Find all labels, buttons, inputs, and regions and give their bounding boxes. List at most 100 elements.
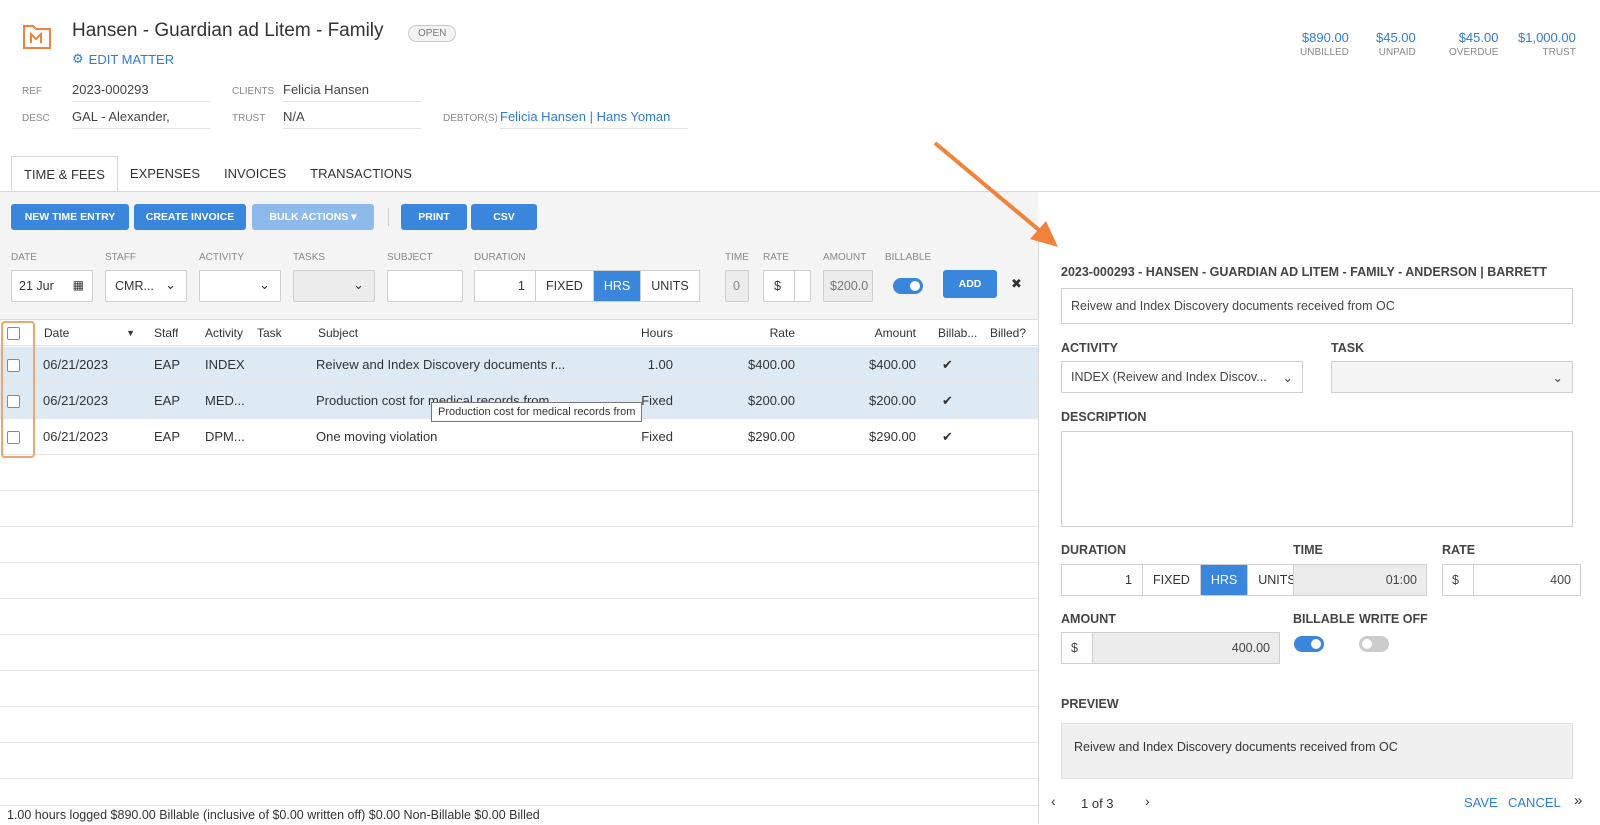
col-billed[interactable]: Billed? [990, 320, 1026, 346]
row-hours: Fixed [641, 429, 673, 444]
amount-input[interactable]: $200.0 [823, 270, 873, 302]
edit-matter-label: EDIT MATTER [88, 51, 175, 67]
hrs-button[interactable]: HRS [1199, 565, 1248, 595]
matter-title: Hansen - Guardian ad Litem - Family [72, 20, 384, 41]
staff-select[interactable]: CMR... ⌄ [105, 270, 187, 302]
debtor-link[interactable]: Felicia Hansen [500, 109, 586, 124]
matter-icon [22, 22, 52, 50]
subject-input[interactable] [387, 270, 463, 302]
add-button[interactable]: ADD [943, 270, 997, 298]
chevron-down-icon: ⌄ [259, 277, 270, 292]
tab-expenses[interactable]: EXPENSES [118, 156, 212, 191]
empty-row [0, 743, 1038, 779]
rate-symbol: $ [774, 279, 781, 293]
col-staff[interactable]: Staff [154, 320, 178, 346]
date-value: 21 Jur [19, 279, 54, 293]
annotation-arrow-icon [933, 141, 1058, 247]
units-button[interactable]: UNITS [640, 271, 699, 301]
cancel-button[interactable]: CANCEL [1508, 795, 1561, 810]
empty-row [0, 635, 1038, 671]
fixed-button[interactable]: FIXED [535, 271, 593, 301]
col-billable[interactable]: Billab... [938, 320, 977, 346]
bulk-actions-label: BULK ACTIONS [269, 211, 349, 223]
summary-footer: 1.00 hours logged $890.00 Billable (incl… [0, 805, 1038, 824]
gear-icon: ⚙ [72, 51, 84, 66]
tab-invoices[interactable]: INVOICES [212, 156, 298, 191]
tab-transactions[interactable]: TRANSACTIONS [298, 156, 424, 191]
duration-group: 1 FIXED HRS UNITS [1061, 564, 1307, 596]
subject-label: SUBJECT [387, 252, 433, 263]
total-unbilled[interactable]: $890.00 UNBILLED [1300, 30, 1349, 58]
amount-field[interactable]: 400.00 [1092, 632, 1280, 664]
row-date: 06/21/2023 [43, 429, 109, 444]
writeoff-label: WRITE OFF [1359, 612, 1428, 626]
next-icon[interactable]: › [1145, 793, 1150, 809]
table-row[interactable]: 06/21/2023 EAP INDEX Reivew and Index Di… [0, 347, 1038, 383]
row-staff: EAP [154, 393, 181, 408]
tab-bar: TIME & FEES EXPENSES INVOICES TRANSACTIO… [11, 156, 424, 191]
description-textarea[interactable] [1061, 431, 1573, 527]
col-hours[interactable]: Hours [563, 320, 673, 346]
csv-button[interactable]: CSV [471, 204, 537, 230]
tasks-select[interactable]: ⌄ [293, 270, 375, 302]
date-input[interactable]: 21 Jur ▦ [11, 270, 93, 302]
calendar-icon: ▦ [72, 278, 84, 292]
bulk-actions-button[interactable]: BULK ACTIONS ▾ [252, 204, 374, 230]
total-unpaid[interactable]: $45.00 UNPAID [1376, 30, 1416, 58]
duration-label: DURATION [474, 252, 526, 263]
row-activity: INDEX [205, 357, 245, 372]
rate-field[interactable]: 400 [1473, 564, 1581, 596]
collapse-icon[interactable]: » [1574, 792, 1582, 809]
hrs-button[interactable]: HRS [592, 271, 641, 301]
col-rate[interactable]: Rate [685, 320, 795, 346]
row-subject: One moving violation [316, 429, 438, 444]
new-time-entry-button[interactable]: NEW TIME ENTRY [11, 204, 129, 230]
duration-input[interactable]: 1 [475, 271, 535, 301]
prev-icon[interactable]: ‹ [1051, 793, 1056, 809]
col-amount[interactable]: Amount [806, 320, 916, 346]
time-field[interactable]: 01:00 [1293, 564, 1427, 596]
billable-toggle[interactable] [1294, 636, 1324, 652]
preview-box: Reivew and Index Discovery documents rec… [1061, 723, 1573, 779]
date-label: DATE [11, 252, 37, 263]
activity-select[interactable]: INDEX (Reivew and Index Discov... ⌄ [1061, 361, 1303, 393]
time-input[interactable]: 0 [725, 270, 749, 302]
col-date[interactable]: Date ▼ [44, 320, 139, 346]
empty-row [0, 455, 1038, 491]
billable-toggle[interactable] [893, 278, 923, 294]
task-select[interactable]: ⌄ [1331, 361, 1573, 393]
debtor-link[interactable]: Hans Yoman [597, 109, 671, 124]
checkmark-icon: ✔ [942, 429, 953, 444]
print-button[interactable]: PRINT [401, 204, 467, 230]
total-trust[interactable]: $1,000.00 TRUST [1518, 30, 1576, 58]
subject-field[interactable]: Reivew and Index Discovery documents rec… [1061, 288, 1573, 324]
grid-header: Date ▼ Staff Activity Task Subject Hours … [0, 320, 1038, 346]
activity-select[interactable]: ⌄ [199, 270, 281, 302]
clear-icon[interactable]: ✖ [1011, 276, 1022, 292]
subject-tooltip: Production cost for medical records from [431, 402, 643, 422]
table-row[interactable]: 06/21/2023 EAP DPM... One moving violati… [0, 419, 1038, 455]
create-invoice-button[interactable]: CREATE INVOICE [134, 204, 246, 230]
trust-value: N/A [283, 109, 421, 129]
time-entry-panel: 2023-000293 - HANSEN - GUARDIAN AD LITEM… [1038, 240, 1600, 824]
edit-matter-link[interactable]: ⚙ EDIT MATTER [72, 51, 174, 67]
rate-input[interactable]: $ [763, 270, 811, 302]
total-overdue[interactable]: $45.00 OVERDUE [1449, 30, 1498, 58]
client-link[interactable]: Felicia Hansen [283, 82, 421, 102]
col-task[interactable]: Task [257, 320, 282, 346]
duration-input[interactable]: 1 [1062, 565, 1142, 595]
status-badge: OPEN [408, 25, 457, 42]
time-label: TIME [1293, 543, 1323, 557]
col-subject[interactable]: Subject [318, 320, 358, 346]
tab-time-fees[interactable]: TIME & FEES [11, 156, 118, 191]
time-value: 0 [733, 279, 740, 293]
writeoff-toggle[interactable] [1359, 636, 1389, 652]
row-hours: 1.00 [647, 357, 673, 372]
panel-heading: 2023-000293 - HANSEN - GUARDIAN AD LITEM… [1061, 265, 1547, 279]
quick-entry-bar: DATE 21 Jur ▦ STAFF CMR... ⌄ ACTIVITY ⌄ … [0, 240, 1038, 320]
clients-label: CLIENTS [232, 86, 275, 97]
fixed-button[interactable]: FIXED [1142, 565, 1200, 595]
row-date: 06/21/2023 [43, 357, 109, 372]
col-activity[interactable]: Activity [205, 320, 243, 346]
save-button[interactable]: SAVE [1464, 795, 1498, 810]
